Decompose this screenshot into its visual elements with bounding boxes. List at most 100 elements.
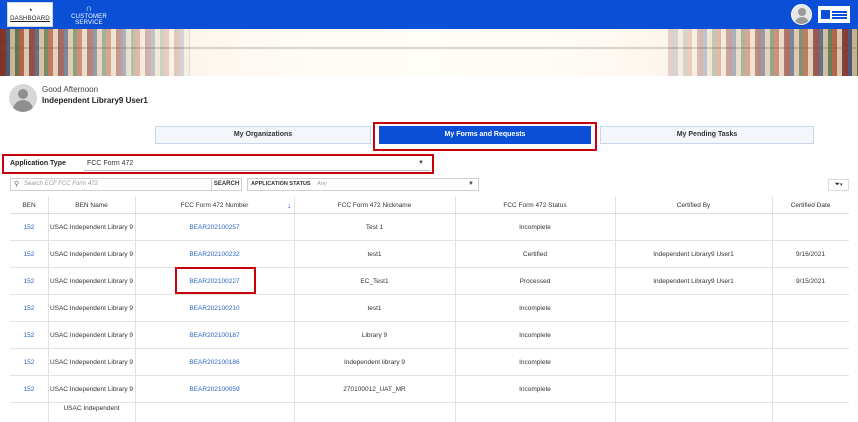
cell-form-number-link[interactable]: BEAR202100186 (135, 349, 294, 376)
application-status-select[interactable]: APPLICATION STATUS Any ▼ (247, 178, 479, 191)
table-row: 152 USAC Independent Library 9 BEAR20210… (10, 322, 849, 349)
cell-certified-date (772, 214, 849, 241)
cell-nickname: 270100012_UAT_MR (343, 385, 406, 393)
highlight-box-form-number (175, 267, 256, 294)
column-header-ben[interactable]: BEN (10, 197, 48, 214)
cell-status: Incomplete (519, 304, 551, 312)
cell-ben[interactable]: 152 (10, 376, 48, 403)
cell-form-number-link[interactable]: BEAR202100059 (135, 376, 294, 403)
caret-down-icon: ▼ (468, 181, 474, 187)
column-header-status[interactable]: FCC Form 472 Status (455, 197, 615, 214)
sort-descending-icon[interactable]: ↓ (287, 197, 291, 214)
column-header-certified-date[interactable]: Certified Date (772, 197, 849, 214)
application-status-label: APPLICATION STATUS (251, 181, 311, 187)
nav-dashboard[interactable]: ◔ DASHBOARD (7, 2, 53, 27)
table-row: 152 USAC Independent Library 9 BEAR20210… (10, 349, 849, 376)
application-type-label: Application Type (10, 160, 66, 167)
user-name: Independent Library9 User1 (42, 96, 148, 105)
cell-form-number-link[interactable]: BEAR202100232 (135, 241, 294, 268)
cell-ben[interactable]: 152 (10, 295, 48, 322)
cell-certified-by: Independent Library9 User1 (653, 250, 734, 258)
cell-nickname: test1 (367, 250, 382, 258)
cell-nickname: Test 1 (365, 223, 384, 231)
user-avatar-menu[interactable] (791, 4, 812, 25)
tab-my-organizations[interactable]: My Organizations (155, 126, 371, 144)
cell-certified-by (615, 295, 772, 322)
cell-certified-date (772, 295, 849, 322)
avatar-head (18, 89, 28, 99)
column-header-ben-name[interactable]: BEN Name (48, 197, 135, 214)
speedometer-icon: ◔ (27, 5, 33, 15)
cell-nickname: Independent library 9 (343, 358, 406, 366)
banner-shelf (0, 47, 858, 49)
cell-ben-name: USAC Independent Library 9 (49, 358, 134, 366)
caret-down-icon: ▼ (418, 160, 424, 166)
avatar-head (798, 8, 806, 16)
cell-certified-by (615, 214, 772, 241)
application-type-value: FCC Form 472 (87, 160, 134, 167)
cell-form-number-link[interactable]: BEAR202100187 (135, 322, 294, 349)
cell-status: Incomplete (519, 223, 551, 231)
search-placeholder: Search ECF FCC Form 472 (24, 181, 98, 187)
column-header-nickname[interactable]: FCC Form 472 Nickname (294, 197, 455, 214)
table-header: BEN BEN Name FCC Form 472 Number ↓ FCC F… (10, 197, 849, 214)
cell-certified-by: Independent Library9 User1 (653, 277, 734, 285)
banner-fade (0, 29, 858, 76)
cell-nickname: EC_Test1 (360, 277, 389, 285)
column-header-certified-by[interactable]: Certified By (615, 197, 772, 214)
table-row: 152 USAC Independent Library 9 BEAR20210… (10, 214, 849, 241)
table-row: 152 USAC Independent Library 9 BEAR20210… (10, 268, 849, 295)
table-row: 152 USAC Independent Library 9 BEAR20210… (10, 241, 849, 268)
highlight-box-forms-tab (373, 122, 597, 151)
caret-down-icon: ▾ (840, 182, 843, 188)
cell-certified-date (772, 349, 849, 376)
cell-certified-date (772, 322, 849, 349)
cell-form-number-link[interactable]: BEAR202100257 (135, 214, 294, 241)
search-button[interactable]: SEARCH (212, 178, 242, 191)
table-row: 152 USAC Independent Library 9 BEAR20210… (10, 295, 849, 322)
logo-lines (832, 11, 847, 13)
cell-certified-date: 9/15/2021 (796, 277, 825, 285)
cell-ben-name: USAC Independent Library 9 (49, 304, 134, 312)
cell-ben[interactable]: 152 (10, 214, 48, 241)
tab-my-pending-tasks[interactable]: My Pending Tasks (600, 126, 814, 144)
column-header-form-number[interactable]: FCC Form 472 Number (135, 197, 294, 214)
nav-customer-service[interactable]: ∩ CUSTOMER SERVICE (59, 3, 119, 27)
application-status-value: Any (317, 181, 327, 187)
cell-status: Incomplete (519, 385, 551, 393)
cell-ben[interactable]: 152 (10, 268, 48, 295)
cell-status: Incomplete (519, 358, 551, 366)
library-banner-image (0, 29, 858, 76)
cell-nickname: Library 9 (361, 331, 388, 339)
organization-logo (818, 6, 850, 23)
cell-ben[interactable]: 152 (10, 241, 48, 268)
cell-certified-by (615, 349, 772, 376)
cell-ben-name: USAC Independent (63, 405, 120, 412)
profile-avatar (9, 84, 37, 112)
cell-ben-name: USAC Independent Library 9 (49, 385, 134, 393)
search-input[interactable]: ⚲ Search ECF FCC Form 472 (10, 178, 212, 191)
nav-dashboard-label: DASHBOARD (10, 16, 50, 22)
cell-ben-name: USAC Independent Library 9 (49, 223, 134, 231)
nav-customer-service-label: CUSTOMER SERVICE (71, 14, 107, 26)
application-type-select[interactable]: FCC Form 472 ▼ (84, 157, 430, 171)
avatar-body (795, 17, 809, 24)
avatar-body (13, 100, 33, 112)
top-nav-bar: ◔ DASHBOARD ∩ CUSTOMER SERVICE (0, 0, 858, 29)
logo-mark-icon (821, 10, 830, 19)
greeting-text: Good Afternoon (42, 85, 99, 94)
cell-certified-by (615, 322, 772, 349)
search-icon: ⚲ (14, 181, 20, 188)
filter-menu-button[interactable]: ⏷▾ (828, 179, 849, 191)
cell-ben-name: USAC Independent Library 9 (49, 250, 134, 258)
cell-certified-by (615, 376, 772, 403)
cell-ben-name: USAC Independent Library 9 (49, 277, 134, 285)
cell-ben[interactable]: 152 (10, 322, 48, 349)
table-row: 152 USAC Independent Library 9 BEAR20210… (10, 376, 849, 403)
cell-form-number-link[interactable]: BEAR202100210 (135, 295, 294, 322)
cell-ben[interactable]: 152 (10, 349, 48, 376)
cell-status: Incomplete (519, 331, 551, 339)
headset-icon: ∩ (85, 3, 93, 13)
cell-nickname: test1 (367, 304, 382, 312)
cell-ben-name: USAC Independent Library 9 (49, 331, 134, 339)
